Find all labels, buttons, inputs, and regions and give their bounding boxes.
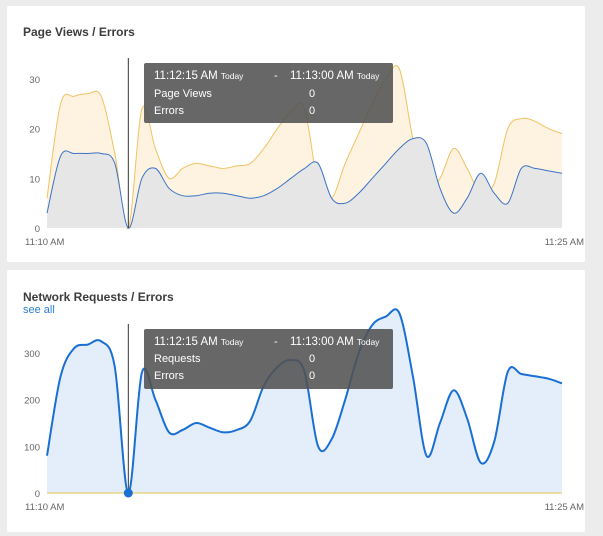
y-tick-label: 10 [29, 174, 40, 185]
y-tick-label: 30 [29, 75, 40, 86]
tooltip-value: 0 [309, 105, 316, 117]
tooltip-time-range: 11:12:15 AM Today - 11:13:00 AM Today [154, 336, 386, 348]
tooltip-separator: - [274, 70, 278, 82]
network-requests-panel: Network Requests / Errors see all 0 100 20… [7, 270, 585, 532]
chart-tooltip: 11:12:15 AM Today - 11:13:00 AM Today Page… [144, 63, 393, 123]
tooltip-label: Requests [154, 353, 201, 365]
tooltip-end-time: 11:13:00 AM [290, 336, 354, 348]
tooltip-row: Page Views 0 [154, 88, 386, 100]
y-tick-label: 0 [35, 489, 40, 500]
tooltip-end-time: 11:13:00 AM [290, 70, 354, 82]
tooltip-label: Errors [154, 105, 184, 117]
tooltip-start-time: 11:12:15 AM [154, 70, 218, 82]
y-tick-label: 200 [24, 396, 40, 407]
tooltip-time-range: 11:12:15 AM Today - 11:13:00 AM Today [154, 70, 386, 82]
x-tick-label-start: 11:10 AM [25, 502, 65, 513]
tooltip-separator: - [274, 336, 278, 348]
tooltip-end-day: Today [356, 71, 380, 81]
y-tick-label: 0 [35, 224, 40, 235]
hover-point-marker [123, 488, 133, 498]
x-tick-label-end: 11:25 AM [545, 237, 585, 248]
y-tick-label: 20 [29, 125, 40, 136]
tooltip-start-time: 11:12:15 AM [154, 336, 218, 348]
tooltip-label: Errors [154, 370, 184, 382]
tooltip-row: Errors 0 [154, 370, 386, 382]
tooltip-start-day: Today [220, 337, 244, 347]
page-views-errors-chart[interactable]: 0 10 20 30 11:10 AM 11:25 AM [7, 6, 585, 262]
tooltip-value: 0 [309, 88, 316, 100]
page-views-panel: Page Views / Errors 0 10 20 30 11:10 AM 11:25… [7, 6, 585, 262]
chart-tooltip: 11:12:15 AM Today - 11:13:00 AM Today Requ… [144, 329, 393, 389]
tooltip-value: 0 [309, 353, 316, 365]
y-tick-label: 100 [24, 442, 40, 453]
tooltip-label: Page Views [154, 88, 212, 100]
tooltip-start-day: Today [220, 71, 244, 81]
x-tick-label-start: 11:10 AM [25, 237, 65, 248]
tooltip-end-day: Today [356, 337, 380, 347]
tooltip-row: Requests 0 [154, 353, 386, 365]
network-requests-errors-chart[interactable]: 0 100 200 300 11:10 AM 11:25 AM [7, 270, 585, 532]
y-tick-label: 300 [24, 349, 40, 360]
tooltip-row: Errors 0 [154, 105, 386, 117]
tooltip-value: 0 [309, 370, 316, 382]
x-tick-label-end: 11:25 AM [545, 502, 585, 513]
